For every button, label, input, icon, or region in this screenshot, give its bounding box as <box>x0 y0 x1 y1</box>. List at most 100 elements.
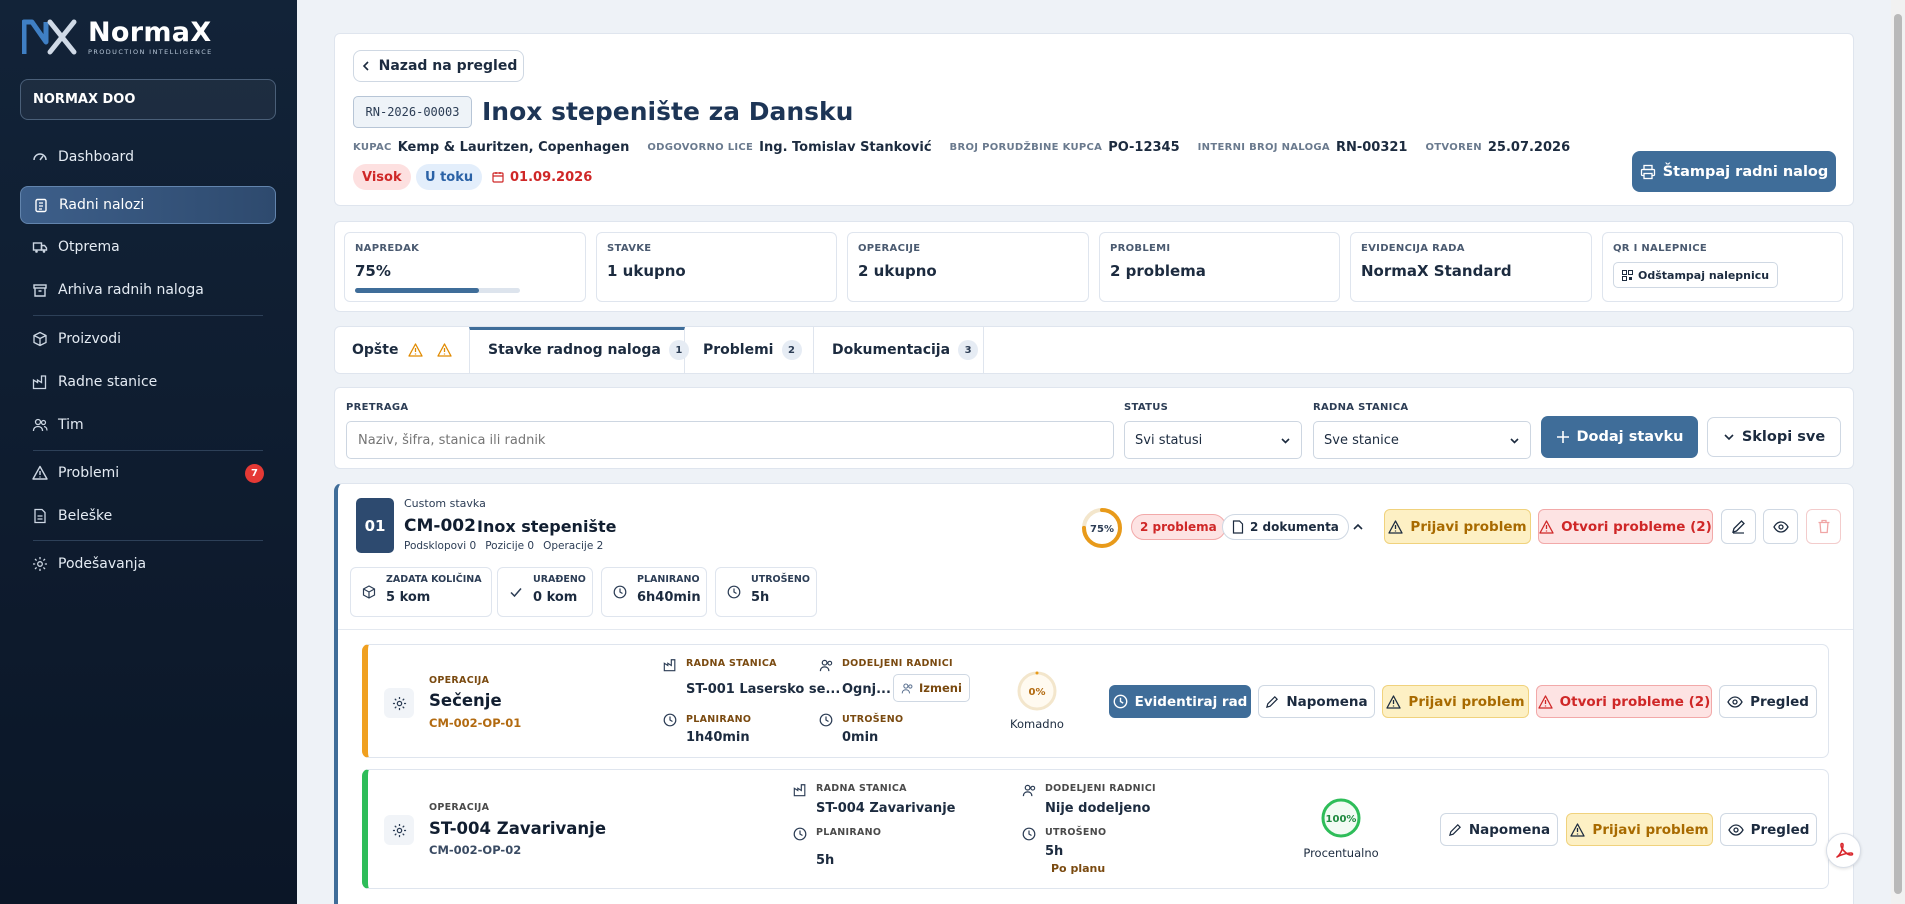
tab-opste[interactable]: Opšte <box>352 327 453 373</box>
scrollbar-thumb[interactable] <box>1894 14 1902 894</box>
track-work-button[interactable]: Evidentiraj rad <box>1109 685 1251 718</box>
view-label: Pregled <box>1750 821 1810 838</box>
progress-track <box>355 288 520 293</box>
sidebar-item-label: Dashboard <box>58 149 134 165</box>
pdf-button[interactable] <box>1826 833 1861 868</box>
sidebar-item-dashboard[interactable]: Dashboard <box>20 139 276 175</box>
stat-value: 2 problema <box>1110 262 1206 280</box>
back-label: Nazad na pregled <box>378 58 518 74</box>
company-selector[interactable]: NORMAX DOO <box>20 79 276 120</box>
station-select[interactable]: Sve stanice <box>1313 421 1531 459</box>
station-label: RADNA STANICA <box>816 783 907 794</box>
stat-label: STAVKE <box>607 243 652 254</box>
tab-problemi[interactable]: Problemi 2 <box>703 327 802 373</box>
status-badge: U toku <box>416 164 483 190</box>
stat-operations: OPERACIJE 2 ukupno <box>847 232 1089 302</box>
pdf-icon <box>1835 842 1853 858</box>
note-button[interactable]: Napomena <box>1258 685 1375 718</box>
add-item-label: Dodaj stavku <box>1576 429 1684 445</box>
brand-tagline: PRODUCTION INTELLIGENCE <box>88 47 213 56</box>
note-label: Napomena <box>1286 693 1368 710</box>
tab-dokumentacija[interactable]: Dokumentacija 3 <box>832 327 979 373</box>
stat-progress: NAPREDAK 75% <box>344 232 586 302</box>
operation-mode: Komadno <box>1010 717 1064 731</box>
item-type: Custom stavka <box>404 497 486 510</box>
stat-label: QR I NALEPNICE <box>1613 243 1707 254</box>
sidebar-item-podesavanja[interactable]: Podešavanja <box>20 546 276 582</box>
pencil-icon <box>1448 823 1461 836</box>
brand-logo[interactable]: NormaX PRODUCTION INTELLIGENCE <box>22 18 213 56</box>
stat-value: 75% <box>355 262 391 280</box>
due-date: 01.09.2026 <box>492 164 592 190</box>
metric-label: ZADATA KOLIČINA <box>386 574 482 585</box>
chevron-up-icon[interactable] <box>1352 521 1364 533</box>
sidebar-item-beleske[interactable]: Beleške <box>20 498 276 534</box>
back-button[interactable]: Nazad na pregled <box>353 50 524 82</box>
item-problems-badge[interactable]: 2 problema <box>1131 514 1226 540</box>
operation-workers: Ognj... <box>842 682 891 697</box>
meta-value: Kemp & Lauritzen, Copenhagen <box>397 140 630 155</box>
search-input[interactable] <box>346 421 1114 459</box>
cube-icon <box>362 585 376 599</box>
scrollbar[interactable] <box>1891 0 1905 904</box>
sidebar-item-radne-stanice[interactable]: Radne stanice <box>20 364 276 400</box>
item-open-problems-button[interactable]: Otvori probleme (2) <box>1538 509 1713 544</box>
stat-tracking: EVIDENCIJA RADA NormaX Standard <box>1350 232 1592 302</box>
users-icon <box>819 659 833 672</box>
note-button[interactable]: Napomena <box>1440 813 1558 846</box>
item-subinfo: Podsklopovi 0 Pozicije 0 Operacije 2 <box>404 540 603 552</box>
tab-count-badge: 1 <box>668 340 689 360</box>
item-delete-button[interactable] <box>1806 509 1841 544</box>
item-report-problem-button[interactable]: Prijavi problem <box>1384 509 1531 544</box>
operation-station: ST-004 Zavarivanje <box>816 801 956 816</box>
status-label: STATUS <box>1124 402 1169 413</box>
view-button[interactable]: Pregled <box>1719 685 1817 718</box>
item-divider <box>338 629 1853 630</box>
metric-value: 6h40min <box>637 590 701 605</box>
view-button[interactable]: Pregled <box>1720 813 1817 846</box>
operation-gear-icon <box>384 815 414 845</box>
note-label: Napomena <box>1468 821 1551 838</box>
operation-progress-ring: 100% <box>1321 798 1361 838</box>
metric-spent: UTROŠENO 5h <box>715 567 817 617</box>
order-meta-row: KUPAC Kemp & Lauritzen, Copenhagen ODGOV… <box>353 140 1570 155</box>
eye-icon <box>1727 695 1743 708</box>
clipboard-icon <box>35 198 47 213</box>
sidebar-item-label: Otprema <box>58 239 120 255</box>
collapse-all-button[interactable]: Sklopi sve <box>1707 417 1841 457</box>
meta-label: INTERNI BROJ NALOGA <box>1197 142 1330 153</box>
sidebar-item-problemi[interactable]: Problemi 7 <box>20 455 276 491</box>
sidebar-item-otprema[interactable]: Otprema <box>20 229 276 265</box>
sidebar-item-arhiva[interactable]: Arhiva radnih naloga <box>20 272 276 308</box>
tab-stavke[interactable]: Stavke radnog naloga 1 <box>488 327 689 373</box>
pencil-icon <box>1266 695 1279 708</box>
edit-workers-button[interactable]: Izmeni <box>893 674 970 702</box>
report-problem-button[interactable]: Prijavi problem <box>1566 813 1713 846</box>
item-edit-button[interactable] <box>1721 509 1756 544</box>
warning-icon <box>1537 694 1553 709</box>
operation-progress-ring: 0% <box>1017 671 1057 711</box>
open-problems-label: Otvori probleme (2) <box>1561 518 1712 535</box>
print-label-text: Odštampaj nalepnicu <box>1638 268 1770 282</box>
item-documents-badge[interactable]: 2 dokumenta <box>1222 514 1349 540</box>
status-select[interactable]: Svi statusi <box>1124 421 1302 459</box>
open-problems-button[interactable]: Otvori probleme (2) <box>1536 685 1712 718</box>
users-icon <box>901 683 913 693</box>
meta-label: KUPAC <box>353 142 392 153</box>
print-order-button[interactable]: Štampaj radni nalog <box>1632 151 1836 192</box>
operation-workers: Nije dodeljeno <box>1045 801 1151 816</box>
status-select-value: Svi statusi <box>1135 432 1203 448</box>
sidebar-item-radni-nalozi[interactable]: Radni nalozi <box>20 186 276 224</box>
report-problem-button[interactable]: Prijavi problem <box>1382 685 1529 718</box>
plus-icon <box>1556 431 1569 443</box>
sidebar-item-label: Arhiva radnih naloga <box>58 282 204 298</box>
print-label-button[interactable]: Odštampaj nalepnicu <box>1613 262 1779 288</box>
meta-label: ODGOVORNO LICE <box>647 142 754 153</box>
warning-icon <box>32 465 48 480</box>
sidebar-item-tim[interactable]: Tim <box>20 407 276 443</box>
add-item-button[interactable]: Dodaj stavku <box>1541 416 1698 458</box>
document-icon <box>1232 520 1244 534</box>
sidebar-item-proizvodi[interactable]: Proizvodi <box>20 321 276 357</box>
operation-mode: Procentualno <box>1303 846 1379 860</box>
item-view-button[interactable] <box>1763 509 1798 544</box>
